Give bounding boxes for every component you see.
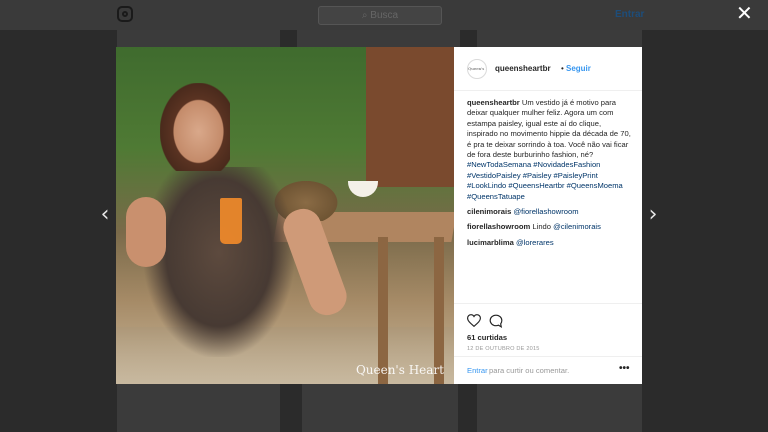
background-thumbnail [297, 30, 460, 47]
background-thumbnail [477, 30, 642, 47]
next-arrow-icon[interactable]: › [646, 204, 660, 226]
comment-icon[interactable] [489, 314, 503, 328]
comment-mention[interactable]: @lorerares [516, 238, 554, 247]
post-modal: Queen's Heart Queen's Heart queensheartb… [116, 47, 642, 384]
photo-table-leg [378, 237, 388, 384]
post-photo[interactable]: Queen's Heart [116, 47, 454, 384]
comment-text: Lindo [530, 222, 554, 232]
comment-username[interactable]: cilenimorais [467, 207, 511, 216]
post-header: Queen's Heart queensheartbr • Seguir [454, 47, 642, 91]
comments-list: queensheartbr Um vestido já é motivo par… [467, 98, 632, 253]
more-options-icon[interactable]: ••• [619, 363, 630, 374]
background-login-link[interactable]: Entrar [615, 9, 644, 20]
background-thumbnail [477, 384, 642, 432]
previous-arrow-icon[interactable]: ‹ [98, 204, 112, 226]
login-link[interactable]: Entrar [467, 366, 488, 375]
close-icon[interactable]: ✕ [736, 3, 753, 23]
separator-dot: • [561, 64, 564, 73]
post-username[interactable]: queensheartbr [495, 64, 551, 73]
comment-username[interactable]: fiorellashowroom [467, 222, 530, 231]
post-footer: Entrar para curtir ou comentar. ••• [454, 356, 642, 384]
comment-item: fiorellashowroom Lindo @cilenimorais [467, 222, 632, 232]
photo-bowl [348, 181, 378, 197]
post-date: 12 DE OUTUBRO DE 2015 [467, 346, 540, 352]
comment-mention[interactable]: @fiorellashowroom [513, 207, 578, 216]
background-search-input[interactable]: ⌕ Busca [318, 6, 442, 25]
post-actions: 61 curtidas 12 DE OUTUBRO DE 2015 [454, 303, 642, 353]
background-thumbnail [117, 30, 280, 47]
login-prompt-text: para curtir ou comentar. [489, 366, 570, 375]
photo-table-leg [434, 237, 444, 384]
photo-person-dress [144, 167, 294, 357]
caption-username[interactable]: queensheartbr [467, 98, 520, 107]
photo-person-arm [126, 197, 166, 267]
background-thumbnail [117, 384, 280, 432]
caption-text: Um vestido já é motivo para deixar qualq… [467, 98, 631, 160]
photo-wall [366, 47, 454, 187]
photo-person-head [160, 83, 230, 171]
background-thumbnail [302, 384, 458, 432]
comment-item: cilenimorais @fiorellashowroom [467, 207, 632, 217]
heart-icon[interactable] [467, 314, 481, 327]
photo-watermark: Queen's Heart [355, 363, 444, 377]
post-side-panel: Queen's Heart queensheartbr • Seguir que… [454, 47, 642, 384]
likes-count[interactable]: 61 curtidas [467, 333, 507, 342]
comment-username[interactable]: lucimarblima [467, 238, 514, 247]
follow-button[interactable]: Seguir [566, 64, 591, 73]
caption-hashtags[interactable]: #NewTodaSemana #NovidadesFashion #Vestid… [467, 160, 623, 200]
comment-mention[interactable]: @cilenimorais [553, 222, 601, 231]
photo-juice-glass [220, 198, 242, 244]
comment-item: lucimarblima @lorerares [467, 238, 632, 248]
caption: queensheartbr Um vestido já é motivo par… [467, 98, 632, 202]
instagram-logo-icon[interactable] [117, 6, 133, 22]
avatar[interactable]: Queen's Heart [467, 59, 487, 79]
